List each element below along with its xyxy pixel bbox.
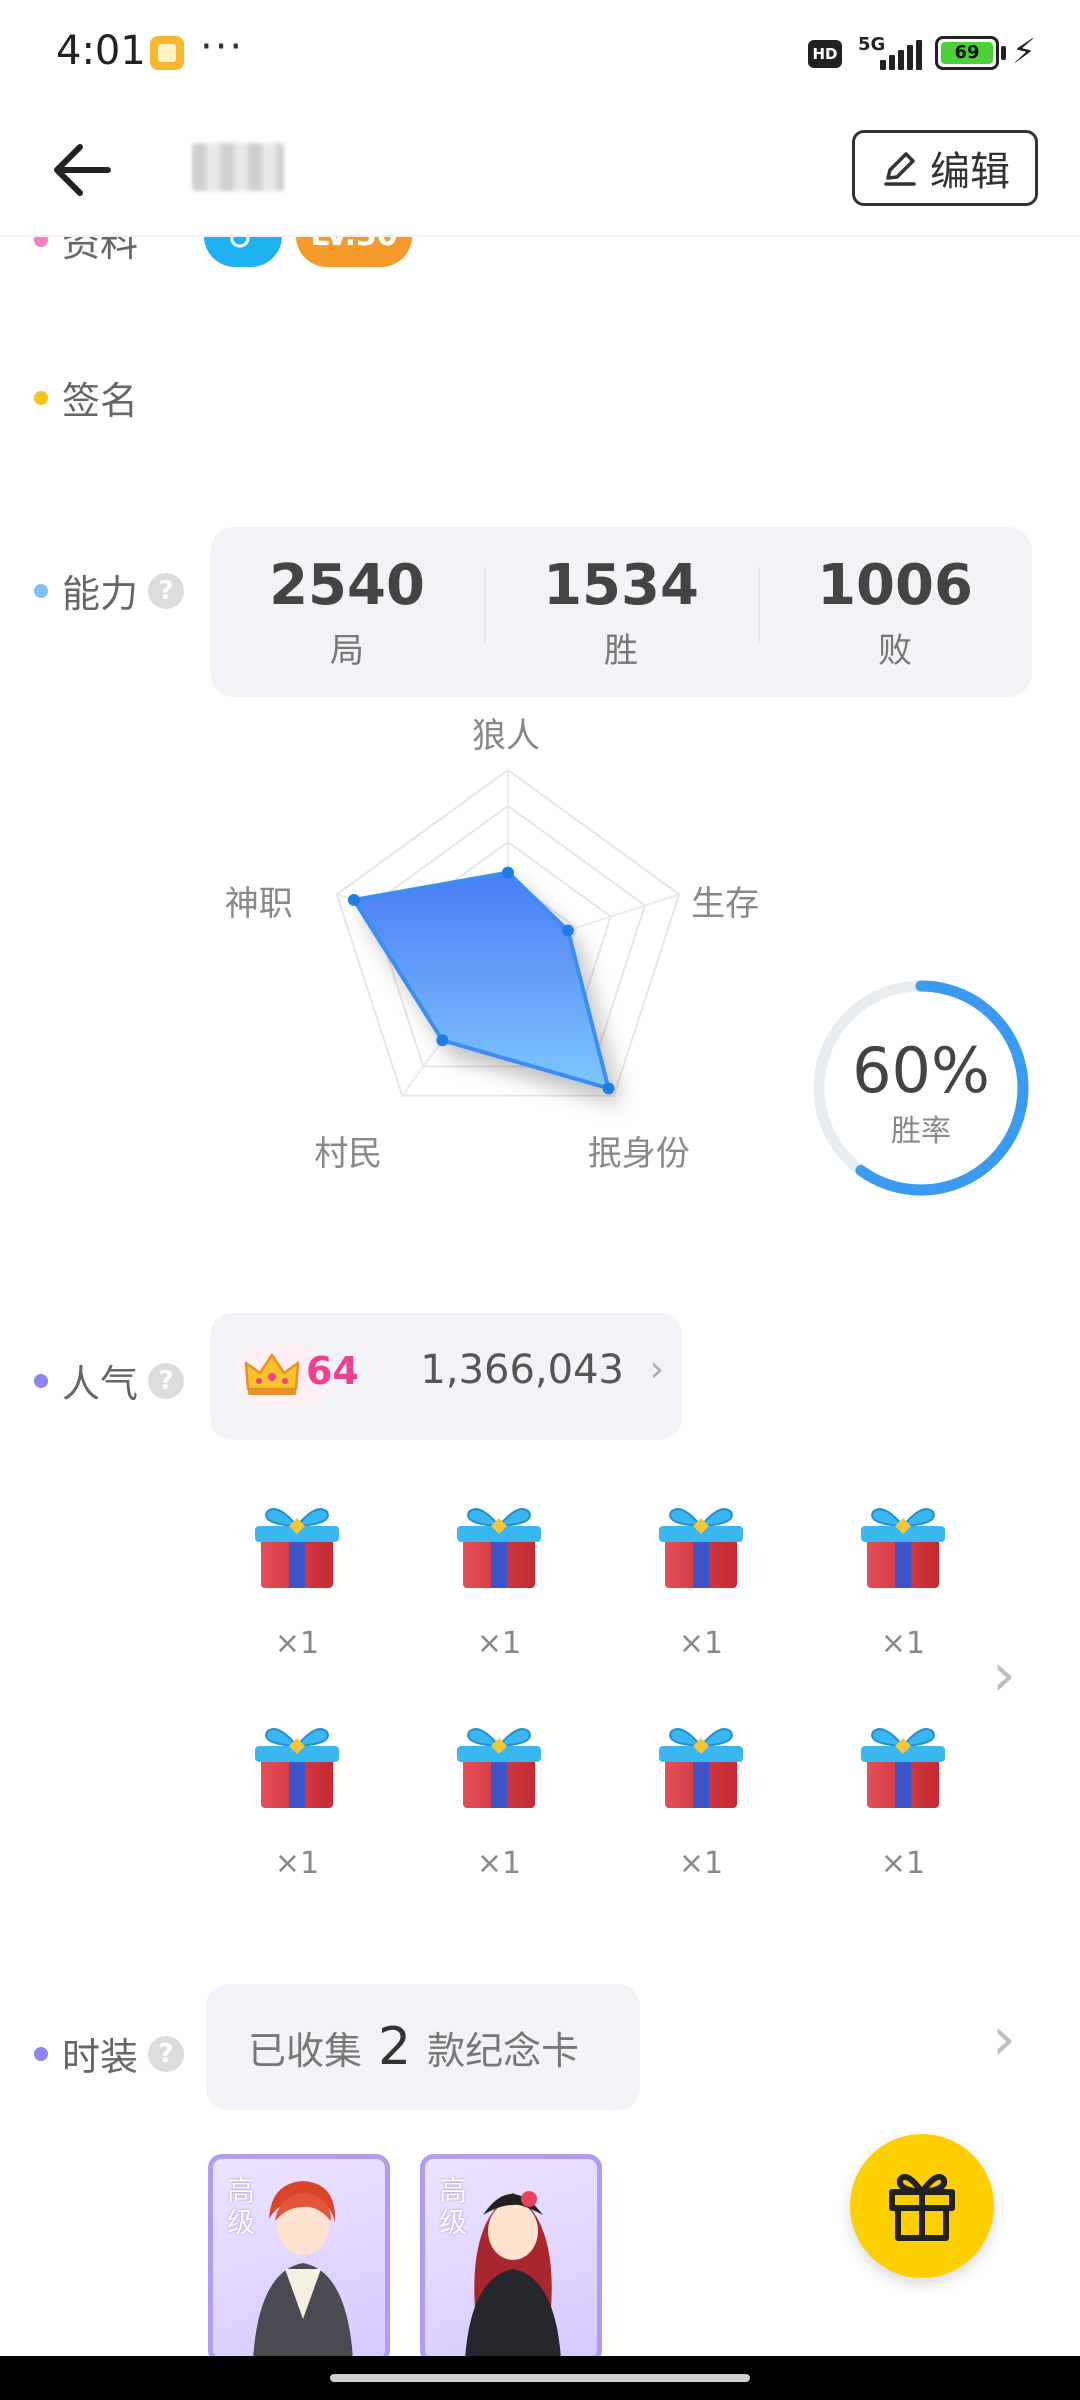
game-stats-card: 2540 局 1534 胜 1006 败: [210, 527, 1032, 697]
gift-count: ×1: [678, 1846, 724, 1881]
stat-games-value: 2540: [269, 552, 425, 618]
section-outfits-label: 时装: [62, 2035, 139, 2079]
popularity-card[interactable]: 64 1,366,043 ›: [210, 1313, 682, 1440]
gift-box-icon: [457, 1508, 541, 1588]
gift-icon: [889, 2174, 955, 2241]
radar-label-villager: 村民: [314, 1133, 383, 1174]
status-bar: 4:01 ··· HD 5G 69 ⚡: [0, 0, 1080, 105]
section-dot: [34, 2046, 48, 2061]
gift-count: ×1: [476, 1626, 522, 1661]
radar-point: [602, 1082, 615, 1095]
character-avatar-icon: [465, 2191, 561, 2359]
win-rate-label: 胜率: [891, 1114, 951, 1149]
section-signature: 签名: [34, 370, 138, 425]
battery-cap: [1001, 46, 1006, 60]
top-navigation-bar: 编辑: [0, 105, 1080, 237]
radar-data-polygon: [351, 870, 611, 1091]
signal-icon: [880, 40, 922, 70]
gift-box-icon: [861, 1728, 945, 1808]
section-ability: 能力 ?: [34, 563, 185, 618]
back-button[interactable]: [48, 135, 118, 205]
win-rate-percent: 60%: [852, 1034, 990, 1107]
home-indicator[interactable]: [330, 2374, 750, 2382]
gift-box-icon: [659, 1508, 743, 1588]
popularity-help-icon[interactable]: ?: [148, 1362, 185, 1399]
gift-box-icon: [457, 1728, 541, 1808]
gift-count: ×1: [880, 1846, 926, 1881]
character-avatar-icon: [253, 2181, 353, 2359]
battery-level: 69: [941, 42, 993, 64]
radar-label-survival: 生存: [691, 884, 760, 925]
section-signature-label: 签名: [62, 379, 139, 423]
stat-losses-label: 败: [878, 630, 912, 671]
gift-item[interactable]: ×1: [444, 1720, 554, 1881]
notification-app-icon: [150, 36, 184, 70]
gift-item[interactable]: ×1: [242, 1500, 352, 1661]
outfit-count: 2: [378, 2017, 412, 2077]
ability-radar-chart: 狼人 生存 抿身份 村民 神职: [200, 716, 820, 1225]
gift-box-icon: [861, 1508, 945, 1588]
battery-icon: 69: [935, 36, 999, 70]
gift-box-icon: [255, 1728, 339, 1808]
stat-wins: 1534 胜: [484, 553, 758, 672]
radar-point: [436, 1034, 449, 1047]
chevron-right-icon: ›: [649, 1349, 664, 1390]
gifts-more-chevron-icon[interactable]: ›: [992, 1640, 1016, 1710]
outfit-prefix: 已收集: [248, 2028, 363, 2073]
gift-box-icon: [255, 1508, 339, 1588]
ability-help-icon[interactable]: ?: [148, 572, 185, 609]
gift-item[interactable]: ×1: [646, 1500, 756, 1661]
charging-icon: ⚡: [1012, 32, 1036, 72]
popularity-count: 1,366,043: [420, 1347, 624, 1393]
radar-point: [502, 866, 514, 879]
stat-wins-label: 胜: [604, 630, 638, 671]
gift-count: ×1: [476, 1846, 522, 1881]
hd-voice-icon: HD: [808, 40, 842, 68]
gift-item[interactable]: ×1: [444, 1500, 554, 1661]
gift-item[interactable]: ×1: [848, 1720, 958, 1881]
outfits-help-icon[interactable]: ?: [148, 2035, 185, 2072]
gift-count: ×1: [274, 1626, 320, 1661]
section-popularity-label: 人气: [62, 1362, 139, 1406]
edit-button[interactable]: 编辑: [852, 130, 1038, 206]
outfit-summary-card[interactable]: 已收集 2 款纪念卡: [206, 1984, 640, 2110]
stat-wins-value: 1534: [543, 552, 699, 618]
section-ability-label: 能力: [62, 572, 139, 616]
outfit-suffix: 款纪念卡: [427, 2028, 580, 2073]
gift-item[interactable]: ×1: [848, 1500, 958, 1661]
radar-label-identity: 抿身份: [587, 1133, 690, 1174]
status-time: 4:01: [56, 28, 146, 74]
send-gift-button[interactable]: [850, 2134, 994, 2278]
section-dot: [34, 390, 48, 405]
gift-item[interactable]: ×1: [646, 1720, 756, 1881]
gift-item[interactable]: ×1: [242, 1720, 352, 1881]
gift-box-icon: [659, 1728, 743, 1808]
back-arrow-icon: [54, 144, 111, 196]
radar-point: [561, 924, 574, 937]
more-notifications-icon: ···: [200, 24, 245, 70]
stat-losses-value: 1006: [817, 552, 973, 618]
gift-count: ×1: [274, 1846, 320, 1881]
outfit-card-thumbnail[interactable]: 高级: [208, 2154, 390, 2364]
section-popularity: 人气 ?: [34, 1353, 185, 1408]
outfits-more-chevron-icon[interactable]: ›: [992, 2004, 1016, 2074]
stat-games-label: 局: [330, 630, 364, 671]
section-dot: [34, 1373, 48, 1388]
outfit-card-thumbnail[interactable]: 高级: [420, 2154, 602, 2364]
gesture-navigation-bar: [0, 2356, 1080, 2400]
gift-count: ×1: [678, 1626, 724, 1661]
radar-point: [347, 893, 360, 906]
edit-pencil-icon: [884, 152, 916, 186]
stat-losses: 1006 败: [758, 553, 1032, 672]
nickname-blurred: [192, 143, 284, 191]
section-dot: [34, 583, 48, 598]
stat-games: 2540 局: [210, 553, 484, 672]
gift-count: ×1: [880, 1626, 926, 1661]
radar-label-werewolf: 狼人: [472, 716, 540, 756]
popularity-level: 64: [306, 1349, 359, 1393]
edit-button-label: 编辑: [930, 149, 1010, 195]
section-outfits: 时装 ?: [34, 2026, 185, 2081]
radar-svg: [335, 768, 681, 1097]
radar-label-god-role: 神职: [224, 884, 293, 925]
